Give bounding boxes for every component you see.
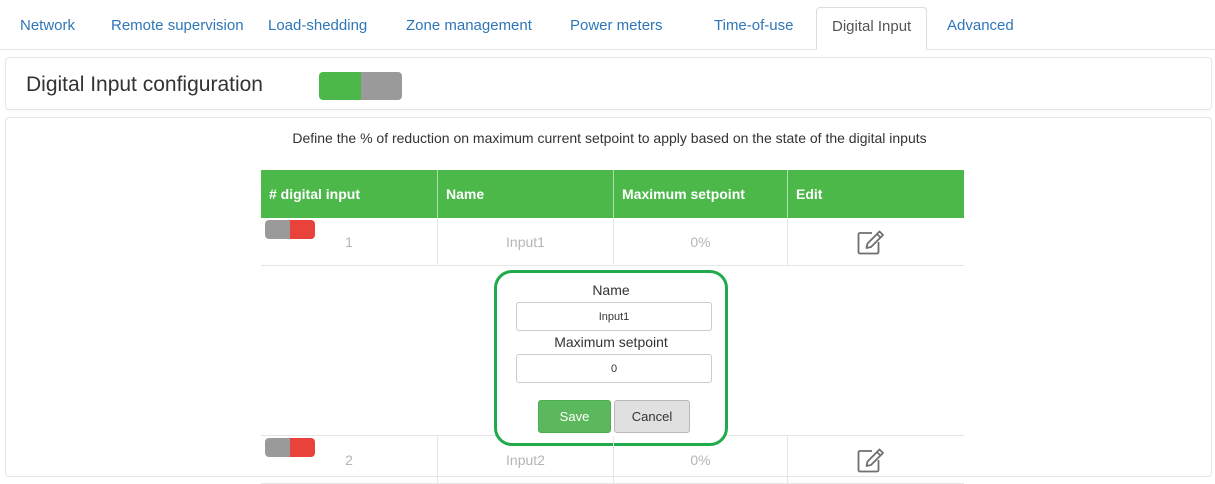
page-title: Digital Input configuration [26,73,263,96]
toggle-off-segment [265,438,290,457]
row-enable-toggle[interactable] [265,220,315,239]
edit-pencil-icon[interactable] [857,447,885,473]
input-number: 2 [345,452,353,468]
tab-remote-supervision[interactable]: Remote supervision [111,16,244,36]
toggle-on-segment [319,72,361,100]
tab-bar: Network Remote supervision Load-shedding… [0,0,1215,50]
table-header: # digital input Name Maximum setpoint Ed… [261,170,964,218]
row-enable-toggle[interactable] [265,438,315,457]
toggle-off-segment [361,72,402,100]
digital-input-master-toggle[interactable] [319,72,402,100]
setpoint-cell: 0% [614,218,788,266]
tab-advanced[interactable]: Advanced [947,16,1014,36]
number-cell: 1 [261,218,438,266]
table-row: 2 Input2 0% [261,436,964,484]
column-header-edit: Edit [796,186,823,202]
edit-cell [788,218,964,266]
setpoint-label: Maximum setpoint [554,334,668,350]
tab-load-shedding[interactable]: Load-shedding [268,16,367,36]
name-field[interactable] [516,302,712,331]
toggle-off-segment [265,220,290,239]
config-header-panel: Digital Input configuration [5,57,1212,110]
setpoint-cell: 0% [614,436,788,484]
toggle-on-segment [290,220,315,239]
edit-pencil-icon[interactable] [857,229,885,255]
name-cell: Input1 [438,218,614,266]
tab-power-meters[interactable]: Power meters [570,16,663,36]
toggle-on-segment [290,438,315,457]
tab-network[interactable]: Network [20,16,75,36]
description-text: Define the % of reduction on maximum cur… [292,130,927,146]
edit-form: Name Maximum setpoint Save Cancel [494,270,728,446]
tab-digital-input[interactable]: Digital Input [816,7,928,50]
config-body-panel: Define the % of reduction on maximum cur… [5,117,1212,484]
save-button[interactable]: Save [538,400,611,433]
row-edit-area: Name Maximum setpoint Save Cancel [261,270,964,446]
setpoint-field[interactable] [516,354,712,383]
column-header-name: Name [438,170,614,218]
edit-cell [788,436,964,484]
column-header-number: # digital input [261,170,438,218]
cancel-button[interactable]: Cancel [614,400,690,433]
name-label: Name [592,282,630,298]
name-cell: Input2 [438,436,614,484]
tab-time-of-use[interactable]: Time-of-use [714,16,793,36]
table-row: 1 Input1 0% [261,218,964,266]
input-number: 1 [345,234,353,250]
column-header-max-setpoint: Maximum setpoint [614,170,788,218]
tab-zone-management[interactable]: Zone management [406,16,532,36]
number-cell: 2 [261,436,438,484]
